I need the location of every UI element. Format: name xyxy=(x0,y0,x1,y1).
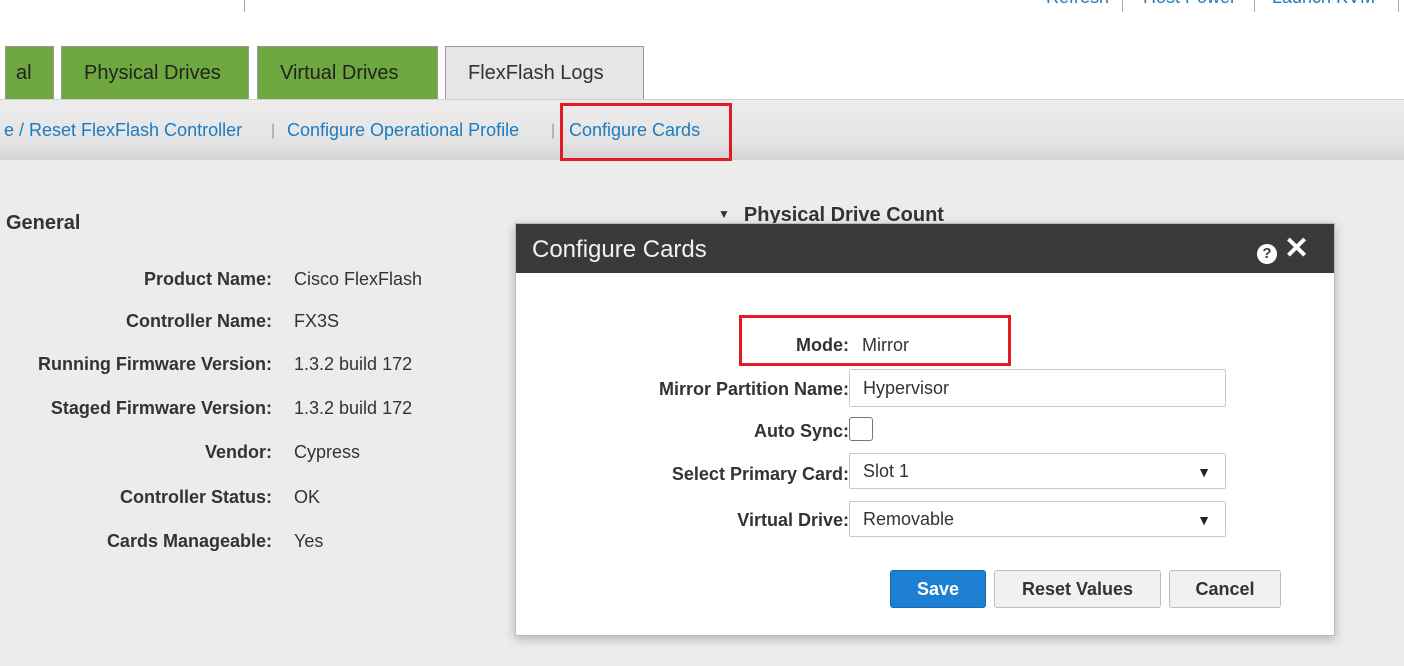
info-row: Running Firmware Version: 1.3.2 build 17… xyxy=(0,354,460,378)
info-value: OK xyxy=(294,487,321,507)
mirror-partition-input[interactable] xyxy=(849,369,1226,407)
info-value: 1.3.2 build 172 xyxy=(294,354,413,374)
close-icon[interactable]: ✕ xyxy=(1284,232,1309,266)
virtual-drive-label: Virtual Drive: xyxy=(737,510,849,530)
highlight-box xyxy=(560,103,732,161)
triangle-down-icon: ▼ xyxy=(718,207,730,221)
info-value: Cisco FlexFlash xyxy=(294,269,423,289)
info-row: Vendor: Cypress xyxy=(0,442,460,466)
info-label: Controller Status: xyxy=(119,487,272,507)
toolbar-separator xyxy=(1254,0,1255,12)
info-row: Controller Name: FX3S xyxy=(0,311,460,335)
section-title-general: General xyxy=(6,212,81,234)
tab-flexflash-logs[interactable]: FlexFlash Logs xyxy=(445,46,644,99)
primary-card-select[interactable]: Slot 1 ▼ xyxy=(849,453,1226,489)
highlight-box xyxy=(739,315,1011,366)
toolbar-separator xyxy=(244,0,245,12)
primary-card-label: Select Primary Card: xyxy=(671,464,849,484)
info-value: FX3S xyxy=(294,311,340,331)
info-label: Vendor: xyxy=(204,442,272,462)
tab-general[interactable]: al xyxy=(5,46,54,99)
refresh-link[interactable]: Refresh xyxy=(1046,0,1109,8)
cancel-button[interactable]: Cancel xyxy=(1169,570,1281,608)
virtual-drive-select[interactable]: Removable ▼ xyxy=(849,501,1226,537)
action-separator: | xyxy=(551,122,556,139)
info-row: Cards Manageable: Yes xyxy=(0,531,460,555)
save-button[interactable]: Save xyxy=(890,570,986,608)
reset-flexflash-controller-link[interactable]: e / Reset FlexFlash Controller xyxy=(4,120,242,141)
info-value: Yes xyxy=(294,531,324,551)
info-label: Running Firmware Version: xyxy=(37,354,272,374)
reset-values-button[interactable]: Reset Values xyxy=(994,570,1161,608)
auto-sync-label: Auto Sync: xyxy=(753,421,849,441)
info-row: Controller Status: OK xyxy=(0,487,460,511)
toolbar-separator xyxy=(1122,0,1123,12)
help-icon[interactable]: ? xyxy=(1257,244,1277,264)
info-value: 1.3.2 build 172 xyxy=(294,398,413,418)
configure-operational-profile-link[interactable]: Configure Operational Profile xyxy=(287,120,519,141)
info-row: Staged Firmware Version: 1.3.2 build 172 xyxy=(0,398,460,422)
dialog-header: Configure Cards ? ✕ xyxy=(516,224,1334,273)
info-label: Controller Name: xyxy=(125,311,272,331)
mirror-partition-label: Mirror Partition Name: xyxy=(658,379,849,399)
dialog-title: Configure Cards xyxy=(532,236,707,263)
toolbar-separator xyxy=(1398,0,1399,12)
chevron-down-icon: ▼ xyxy=(1197,464,1211,480)
info-label: Product Name: xyxy=(143,269,272,289)
configure-cards-dialog: Configure Cards ? ✕ Mode: Mirror Mirror … xyxy=(515,223,1335,636)
info-row: Product Name: Cisco FlexFlash xyxy=(0,269,460,293)
host-power-link[interactable]: Host Power xyxy=(1143,0,1236,8)
virtual-drive-value: Removable xyxy=(863,509,955,529)
action-separator: | xyxy=(271,122,276,139)
primary-card-value: Slot 1 xyxy=(863,461,910,481)
auto-sync-checkbox[interactable] xyxy=(849,417,873,441)
tab-virtual-drives[interactable]: Virtual Drives xyxy=(257,46,438,99)
top-toolbar: Refresh Host Power Launch KVM xyxy=(0,0,1404,12)
launch-kvm-link[interactable]: Launch KVM xyxy=(1272,0,1375,8)
tab-bar: al Physical Drives Virtual Drives FlexFl… xyxy=(0,12,1404,100)
info-value: Cypress xyxy=(294,442,361,462)
info-label: Staged Firmware Version: xyxy=(50,398,272,418)
chevron-down-icon: ▼ xyxy=(1197,512,1211,528)
info-label: Cards Manageable: xyxy=(106,531,272,551)
tab-physical-drives[interactable]: Physical Drives xyxy=(61,46,249,99)
